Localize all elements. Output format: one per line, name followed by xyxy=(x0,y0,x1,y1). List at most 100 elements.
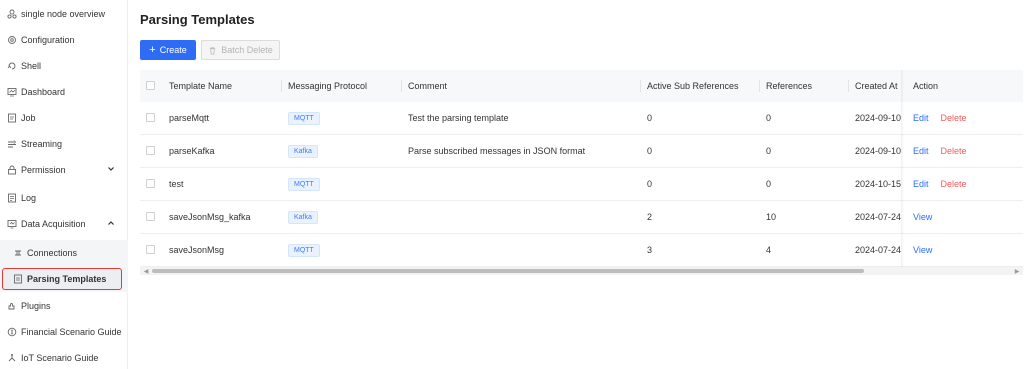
cluster-icon xyxy=(6,8,18,20)
column-header-comment[interactable]: Comment xyxy=(402,70,641,102)
references: 4 xyxy=(766,245,772,255)
sidebar-item-dashboard[interactable]: Dashboard xyxy=(0,82,128,102)
sidebar-item-parsing-templates[interactable]: Parsing Templates xyxy=(2,268,122,290)
protocol-tag: Kafka xyxy=(288,144,318,158)
sidebar-item-plugins[interactable]: Plugins xyxy=(0,296,128,316)
edit-link[interactable]: Edit xyxy=(913,146,929,156)
table-row: test MQTT 0 0 2024-10-15 1 Edit Delete xyxy=(140,168,1023,201)
column-header-messaging-protocol[interactable]: Messaging Protocol xyxy=(282,70,402,102)
sidebar: single node overview Configuration Shell… xyxy=(0,0,128,369)
comment xyxy=(408,201,641,233)
delete-link[interactable]: Delete xyxy=(941,113,967,123)
edit-link[interactable]: Edit xyxy=(913,113,929,123)
sidebar-item-label: single node overview xyxy=(21,9,106,19)
sidebar-item-label: Streaming xyxy=(21,139,63,149)
row-checkbox[interactable] xyxy=(146,113,155,122)
delete-link[interactable]: Delete xyxy=(941,179,967,189)
sidebar-item-iot-scenario-guide[interactable]: IoT Scenario Guide xyxy=(0,348,128,368)
lock-icon xyxy=(6,164,18,176)
chevron-up-icon[interactable] xyxy=(106,218,116,228)
sidebar-item-label: Financial Scenario Guide xyxy=(21,327,122,337)
dashboard-icon xyxy=(6,86,18,98)
sidebar-item-label: Dashboard xyxy=(21,87,66,97)
comment: Test the parsing template xyxy=(408,113,509,123)
iot-icon xyxy=(6,352,18,364)
scrollbar-thumb[interactable] xyxy=(152,269,864,273)
sidebar-item-connections[interactable]: Connections xyxy=(0,243,128,263)
references: 10 xyxy=(766,212,777,222)
sidebar-item-label: Permission xyxy=(21,165,66,175)
select-all-checkbox[interactable] xyxy=(146,81,155,90)
delete-link[interactable]: Delete xyxy=(941,146,967,156)
template-name: parseKafka xyxy=(169,146,215,156)
template-name: saveJsonMsg xyxy=(169,245,225,255)
column-header-references[interactable]: References xyxy=(760,70,849,102)
template-icon xyxy=(12,273,24,285)
batch-delete-button-label: Batch Delete xyxy=(221,45,273,55)
column-header-created-at[interactable]: Created At xyxy=(849,70,903,102)
finance-icon xyxy=(6,326,18,338)
row-checkbox[interactable] xyxy=(146,179,155,188)
active-sub-references: 0 xyxy=(647,113,653,123)
trash-icon xyxy=(210,46,216,55)
template-name: saveJsonMsg_kafka xyxy=(169,212,251,222)
chevron-down-icon[interactable] xyxy=(106,164,116,174)
log-icon xyxy=(6,192,18,204)
active-sub-references: 0 xyxy=(647,146,653,156)
scroll-left-icon[interactable]: ◀ xyxy=(142,267,150,275)
created-at: 2024-09-10 1 xyxy=(855,146,902,156)
sidebar-item-financial-scenario-guide[interactable]: Financial Scenario Guide xyxy=(0,322,128,342)
sidebar-item-label: IoT Scenario Guide xyxy=(21,353,99,363)
sidebar-item-log[interactable]: Log xyxy=(0,188,128,208)
data-acquisition-icon xyxy=(6,218,18,230)
table-row: saveJsonMsg_kafka Kafka 2 10 2024-07-24 … xyxy=(140,201,1023,234)
table-row: saveJsonMsg MQTT 3 4 2024-07-24 1 View xyxy=(140,234,1023,267)
scroll-right-icon[interactable]: ▶ xyxy=(1013,267,1021,275)
sidebar-item-label: Shell xyxy=(21,61,42,71)
plus-icon: + xyxy=(149,43,156,56)
sidebar-item-label: Log xyxy=(21,193,37,203)
sidebar-item-streaming[interactable]: Streaming xyxy=(0,134,128,154)
page-title: Parsing Templates xyxy=(140,12,255,27)
sidebar-item-configuration[interactable]: Configuration xyxy=(0,30,128,50)
row-checkbox[interactable] xyxy=(146,245,155,254)
created-at: 2024-07-24 1 xyxy=(855,245,902,255)
sidebar-item-job[interactable]: Job xyxy=(0,108,128,128)
created-at: 2024-07-24 1 xyxy=(855,212,902,222)
sidebar-item-label: Plugins xyxy=(21,301,51,311)
edit-link[interactable]: Edit xyxy=(913,179,929,189)
fixed-column-shadow xyxy=(901,70,904,270)
template-name: parseMqtt xyxy=(169,113,210,123)
sidebar-item-label: Data Acquisition xyxy=(21,219,86,229)
active-sub-references: 2 xyxy=(647,212,653,222)
plugin-icon xyxy=(6,300,18,312)
horizontal-scrollbar[interactable]: ◀ ▶ xyxy=(140,267,1023,275)
view-link[interactable]: View xyxy=(913,212,932,222)
table-row: parseMqtt MQTT Test the parsing template… xyxy=(140,102,1023,135)
gear-icon xyxy=(6,34,18,46)
batch-delete-button[interactable]: Batch Delete xyxy=(201,40,280,60)
table-row: parseKafka Kafka Parse subscribed messag… xyxy=(140,135,1023,168)
connections-icon xyxy=(12,247,24,259)
sidebar-item-data-acquisition[interactable]: Data Acquisition xyxy=(0,214,128,234)
sidebar-item-label: Parsing Templates xyxy=(27,274,107,284)
sidebar-item-single-node-overview[interactable]: single node overview xyxy=(0,4,128,24)
protocol-tag: MQTT xyxy=(288,177,320,191)
references: 0 xyxy=(766,179,772,189)
row-checkbox[interactable] xyxy=(146,146,155,155)
sidebar-item-permission[interactable]: Permission xyxy=(0,160,128,180)
active-sub-references: 3 xyxy=(647,245,653,255)
column-header-active-sub-references[interactable]: Active Sub References xyxy=(641,70,760,102)
template-name: test xyxy=(169,179,184,189)
row-checkbox[interactable] xyxy=(146,212,155,221)
column-header-template-name[interactable]: Template Name xyxy=(166,70,282,102)
sidebar-item-label: Configuration xyxy=(21,35,75,45)
view-link[interactable]: View xyxy=(913,245,932,255)
streaming-icon xyxy=(6,138,18,150)
sidebar-item-shell[interactable]: Shell xyxy=(0,56,128,76)
protocol-tag: MQTT xyxy=(288,243,320,257)
create-button[interactable]: + Create xyxy=(140,40,196,60)
protocol-tag: Kafka xyxy=(288,210,318,224)
create-button-label: Create xyxy=(159,45,187,55)
references: 0 xyxy=(766,146,772,156)
